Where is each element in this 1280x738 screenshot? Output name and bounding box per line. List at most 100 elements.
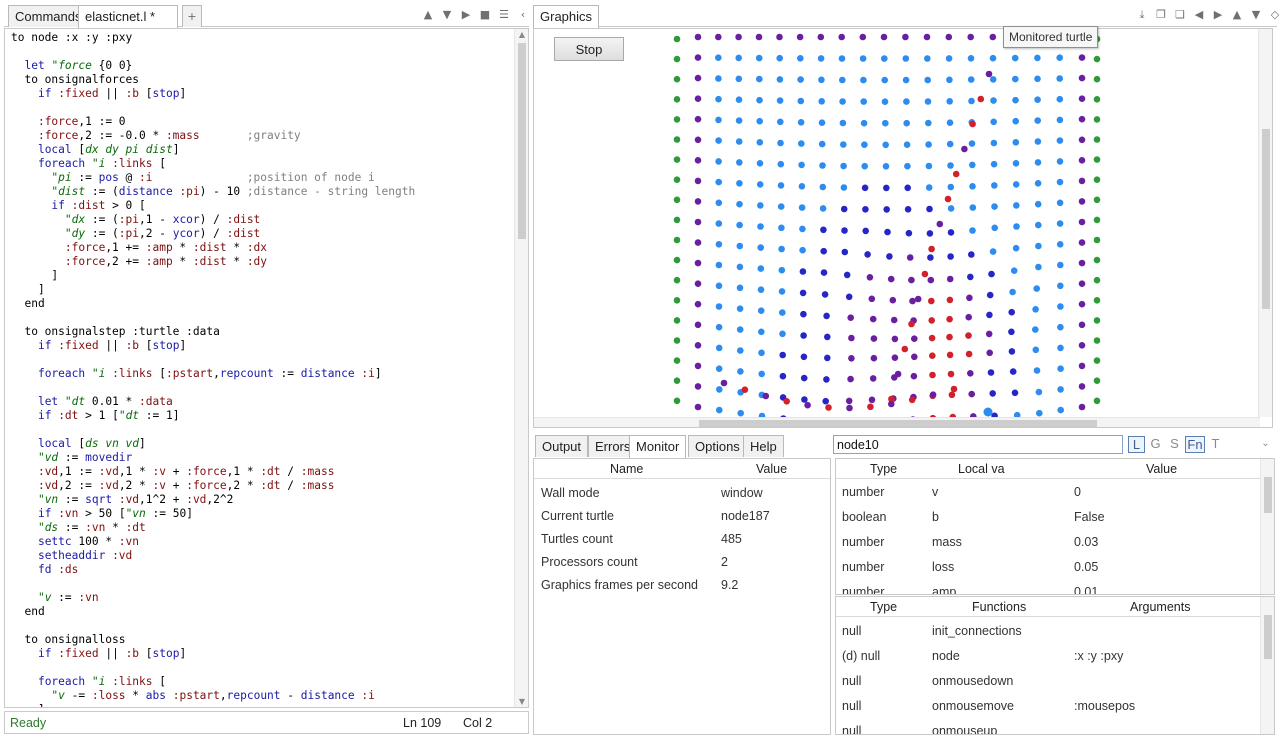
filter-shared-button[interactable]: S (1166, 436, 1183, 453)
table-row[interactable]: boolean b False (836, 507, 1274, 532)
table-row[interactable]: null onmouseup (836, 721, 1274, 734)
code-line[interactable]: :vd,2 := :vd,2 * :v + :force,2 * :dt / :… (11, 479, 415, 493)
table-row[interactable]: number mass 0.03 (836, 532, 1274, 557)
code-line[interactable]: to onsignalloss (11, 633, 415, 647)
menu-icon[interactable]: ☰ (497, 6, 511, 24)
table-row[interactable]: number loss 0.05 (836, 557, 1274, 582)
code-line[interactable]: if :dt > 1 ["dt := 1] (11, 409, 415, 423)
code-line[interactable]: "v := :vn (11, 591, 415, 605)
scroll-thumb[interactable] (518, 43, 526, 239)
filter-global-button[interactable]: G (1147, 436, 1164, 453)
table-row[interactable]: Graphics frames per second 9.2 (534, 575, 830, 598)
graphics-vscrollbar[interactable] (1258, 29, 1272, 417)
code-line[interactable] (11, 45, 415, 59)
code-line[interactable]: :force,2 += :amp * :dist * :dy (11, 255, 415, 269)
code-line[interactable]: let "dt 0.01 * :data (11, 395, 415, 409)
table-row[interactable]: null onmousedown (836, 671, 1274, 696)
code-line[interactable]: local [ds vn vd] (11, 437, 415, 451)
tab-graphics[interactable]: Graphics (533, 5, 600, 28)
table-row[interactable]: Turtles count 485 (534, 529, 830, 552)
code-text[interactable]: to node :x :y :pxy let "force {0 0} to o… (11, 31, 415, 707)
code-line[interactable]: to onsignalforces (11, 73, 415, 87)
tab-options[interactable]: Options (688, 435, 747, 457)
code-line[interactable]: ] (11, 703, 415, 707)
code-line[interactable]: if :dist > 0 [ (11, 199, 415, 213)
download-icon[interactable]: ▼ (440, 6, 454, 24)
code-line[interactable]: :force,2 := -0.0 * :mass ;gravity (11, 129, 415, 143)
funcs-scroll-thumb[interactable] (1264, 615, 1272, 659)
new-tab-button[interactable]: + (182, 5, 202, 27)
window-icon[interactable]: ❐ (1154, 6, 1168, 24)
code-line[interactable]: fd :ds (11, 563, 415, 577)
stop-button[interactable]: Stop (554, 37, 624, 61)
collapse-chevron-icon[interactable]: ⌄ (1257, 436, 1274, 453)
table-row[interactable]: null init_connections (836, 621, 1274, 646)
code-line[interactable]: end (11, 605, 415, 619)
play-icon[interactable]: ▶ (459, 6, 473, 24)
graphics-vthumb[interactable] (1262, 129, 1270, 309)
code-line[interactable]: "vn := sqrt :vd,1^2 + :vd,2^2 (11, 493, 415, 507)
scroll-up-icon[interactable]: ▲ (515, 30, 528, 39)
code-line[interactable] (11, 311, 415, 325)
tab-elasticnet[interactable]: elasticnet.l * (78, 5, 178, 28)
table-row[interactable]: number v 0 (836, 482, 1274, 507)
turtle-canvas[interactable] (534, 29, 1260, 417)
code-line[interactable]: foreach "i :links [ (11, 675, 415, 689)
code-line[interactable] (11, 661, 415, 675)
code-line[interactable]: if :fixed || :b [stop] (11, 647, 415, 661)
table-row[interactable]: number amp 0.01 (836, 582, 1274, 594)
code-line[interactable]: "v -= :loss * abs :pstart,repcount - dis… (11, 689, 415, 703)
table-row[interactable]: Wall mode window (534, 483, 830, 506)
code-line[interactable]: to node :x :y :pxy (11, 31, 415, 45)
editor-scrollbar[interactable]: ▲ ▼ (514, 29, 528, 707)
code-line[interactable]: let "force {0 0} (11, 59, 415, 73)
vars-scroll-thumb[interactable] (1264, 477, 1272, 513)
tab-help[interactable]: Help (743, 435, 784, 457)
code-line[interactable] (11, 577, 415, 591)
code-line[interactable]: "ds := :vn * :dt (11, 521, 415, 535)
funcs-scrollbar[interactable] (1260, 597, 1274, 734)
code-line[interactable]: foreach "i :links [:pstart,repcount := d… (11, 367, 415, 381)
code-line[interactable]: "vd := movedir (11, 451, 415, 465)
code-line[interactable]: if :fixed || :b [stop] (11, 339, 415, 353)
code-line[interactable] (11, 353, 415, 367)
code-line[interactable]: end (11, 297, 415, 311)
down-arrow-icon[interactable]: ▼ (1249, 6, 1263, 24)
monitored-turtle-input[interactable] (833, 435, 1123, 454)
filter-local-button[interactable]: L (1128, 436, 1145, 453)
code-line[interactable] (11, 381, 415, 395)
code-line[interactable]: "dist := (distance :pi) - 10 ;distance -… (11, 185, 415, 199)
vars-scrollbar[interactable] (1260, 459, 1274, 594)
code-line[interactable]: "pi := pos @ :i ;position of node i (11, 171, 415, 185)
code-editor[interactable]: to node :x :y :pxy let "force {0 0} to o… (4, 28, 529, 708)
filter-functions-button[interactable]: Fn (1185, 436, 1205, 453)
code-line[interactable]: if :fixed || :b [stop] (11, 87, 415, 101)
collapse-icon[interactable]: ‹ (516, 6, 530, 24)
code-line[interactable]: :vd,1 := :vd,1 * :v + :force,1 * :dt / :… (11, 465, 415, 479)
code-line[interactable] (11, 101, 415, 115)
graphics-canvas[interactable]: Stop (533, 28, 1273, 428)
up-arrow-icon[interactable]: ▲ (1230, 6, 1244, 24)
tab-monitor[interactable]: Monitor (629, 435, 687, 458)
scroll-down-icon[interactable]: ▼ (515, 697, 528, 706)
left-arrow-icon[interactable]: ◀ (1192, 6, 1206, 24)
code-line[interactable]: ] (11, 269, 415, 283)
table-row[interactable]: Processors count 2 (534, 552, 830, 575)
windows-icon[interactable]: ❏ (1173, 6, 1187, 24)
right-arrow-icon[interactable]: ▶ (1211, 6, 1225, 24)
code-line[interactable]: "dy := (:pi,2 - ycor) / :dist (11, 227, 415, 241)
code-line[interactable]: "dx := (:pi,1 - xcor) / :dist (11, 213, 415, 227)
code-line[interactable]: if :vn > 50 ["vn := 50] (11, 507, 415, 521)
code-line[interactable]: :force,1 := 0 (11, 115, 415, 129)
code-line[interactable] (11, 423, 415, 437)
table-row[interactable]: Current turtle node187 (534, 506, 830, 529)
graphics-hthumb[interactable] (699, 420, 1097, 427)
code-line[interactable]: :force,1 += :amp * :dist * :dx (11, 241, 415, 255)
export-icon[interactable]: ⤓ (1135, 6, 1149, 24)
graphics-hscrollbar[interactable] (534, 417, 1260, 427)
code-line[interactable]: local [dx dy pi dist] (11, 143, 415, 157)
upload-icon[interactable]: ▲ (421, 6, 435, 24)
fit-icon[interactable]: ◇ (1268, 6, 1280, 24)
code-line[interactable]: setheaddir :vd (11, 549, 415, 563)
filter-turtle-button[interactable]: T (1207, 436, 1224, 453)
